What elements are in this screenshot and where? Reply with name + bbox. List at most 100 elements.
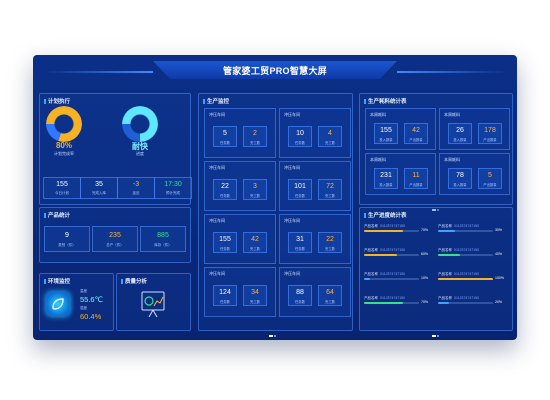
product-name: 产品名称 bbox=[438, 224, 452, 228]
progress-row: 产品名称 0112374747150 10% bbox=[364, 272, 434, 284]
production-panel-title: 生产监控 bbox=[203, 97, 229, 105]
done-count-box: 34 完工数 bbox=[243, 285, 267, 306]
material-period: 本周耗料 bbox=[444, 157, 460, 162]
production-cell[interactable]: 冲压车间 101 任务数 72 完工数 bbox=[279, 161, 351, 211]
output-count-label: 产出数量 bbox=[483, 138, 497, 142]
input-count: 231 bbox=[380, 172, 392, 179]
humidity-label: 湿度 bbox=[80, 306, 87, 310]
progress-row: 产品名称 0112374747150 20% bbox=[438, 296, 508, 308]
task-count-box: 5 任务数 bbox=[213, 126, 237, 147]
product-stat-value: 235 bbox=[109, 232, 121, 239]
progress-fill bbox=[438, 302, 449, 304]
task-count-box: 10 任务数 bbox=[288, 126, 312, 147]
plan-completion-label: 计划完成率 bbox=[54, 151, 74, 156]
progress-row: 产品名称 0112374747150 30% bbox=[438, 224, 508, 236]
product-code: 0112374747150 bbox=[454, 248, 480, 252]
task-count-box: 101 任务数 bbox=[288, 179, 312, 200]
plan-completion-gauge bbox=[46, 106, 82, 142]
progress-percent: 40% bbox=[495, 252, 503, 256]
done-count-label: 完工数 bbox=[250, 300, 260, 304]
dashboard-header: 管家婆工贸PRO智慧大屏 bbox=[33, 55, 517, 87]
task-count-box: 155 任务数 bbox=[213, 232, 237, 253]
plan-stat-value: 35 bbox=[95, 181, 103, 188]
header-left-decoration bbox=[43, 71, 153, 73]
task-count-label: 任务数 bbox=[220, 300, 230, 304]
product-name: 产品名称 bbox=[364, 296, 378, 300]
task-count: 5 bbox=[223, 130, 227, 137]
production-cell[interactable]: 冲压车间 31 任务数 22 完工数 bbox=[279, 214, 351, 264]
quality-chart-icon bbox=[139, 289, 169, 321]
material-cell[interactable]: 本周耗料 155 投入数量 42 产出数量 bbox=[365, 108, 436, 150]
production-cell[interactable]: 冲压车间 155 任务数 42 完工数 bbox=[204, 214, 276, 264]
production-cell[interactable]: 冲压车间 88 任务数 64 完工数 bbox=[279, 267, 351, 317]
task-count-label: 任务数 bbox=[295, 194, 305, 198]
production-cell[interactable]: 冲压车间 5 任务数 2 完工数 bbox=[204, 108, 276, 158]
task-count-box: 31 任务数 bbox=[288, 232, 312, 253]
product-stat-box: 235 总产（件） bbox=[92, 226, 138, 252]
temperature-label: 温度 bbox=[80, 289, 87, 293]
progress-fill bbox=[364, 278, 370, 280]
quality-panel: 质量分析 bbox=[116, 273, 191, 331]
done-count: 64 bbox=[326, 289, 334, 296]
progress-row: 产品名称 0112374747150 70% bbox=[364, 224, 434, 236]
leaf-icon bbox=[46, 292, 70, 316]
product-name: 产品名称 bbox=[364, 224, 378, 228]
progress-track bbox=[364, 302, 419, 304]
output-count-box: 178 产出数量 bbox=[478, 123, 502, 144]
material-cell[interactable]: 本周耗料 26 投入数量 178 产出数量 bbox=[439, 108, 510, 150]
done-count-label: 完工数 bbox=[250, 247, 260, 251]
material-cell[interactable]: 本周耗料 231 投入数量 11 产出数量 bbox=[365, 153, 436, 195]
production-cell[interactable]: 冲压车间 10 任务数 4 完工数 bbox=[279, 108, 351, 158]
progress-fill bbox=[364, 254, 397, 256]
input-count-box: 78 投入数量 bbox=[448, 168, 472, 189]
pager-dots[interactable] bbox=[432, 198, 442, 211]
task-count-label: 任务数 bbox=[295, 247, 305, 251]
material-cell[interactable]: 本周耗料 78 投入数量 5 产出数量 bbox=[439, 153, 510, 195]
production-cell[interactable]: 冲压车间 124 任务数 34 完工数 bbox=[204, 267, 276, 317]
task-count-box: 88 任务数 bbox=[288, 285, 312, 306]
done-count-label: 完工数 bbox=[250, 141, 260, 145]
quality-panel-title: 质量分析 bbox=[121, 277, 147, 285]
task-count: 22 bbox=[221, 183, 229, 190]
material-period: 本周耗料 bbox=[444, 112, 460, 117]
input-count: 155 bbox=[380, 127, 392, 134]
input-count-box: 231 投入数量 bbox=[374, 168, 398, 189]
progress-fill bbox=[438, 230, 455, 232]
plan-panel: 计划执行 80% 计划完成率 耐快 进度 155 今日计划 35 完成入库 -3… bbox=[39, 93, 192, 205]
workshop-name: 冲压车间 bbox=[284, 271, 300, 276]
output-count-label: 产出数量 bbox=[483, 183, 497, 187]
production-cell[interactable]: 冲压车间 22 任务数 3 完工数 bbox=[204, 161, 276, 211]
workshop-name: 冲压车间 bbox=[209, 218, 225, 223]
progress-row: 产品名称 0112374747150 100% bbox=[438, 272, 508, 284]
done-count-label: 完工数 bbox=[325, 300, 335, 304]
progress-percent: 60% bbox=[421, 252, 429, 256]
input-count-label: 投入数量 bbox=[379, 138, 393, 142]
product-code: 0112374747150 bbox=[454, 272, 480, 276]
progress-track bbox=[438, 230, 493, 232]
progress-fill bbox=[364, 302, 403, 304]
done-count: 22 bbox=[326, 236, 334, 243]
progress-percent: 100% bbox=[495, 276, 504, 280]
output-count-box: 5 产出数量 bbox=[478, 168, 502, 189]
done-count: 72 bbox=[326, 183, 334, 190]
done-count-box: 3 完工数 bbox=[243, 179, 267, 200]
plan-stat-label: 预计完成 bbox=[166, 191, 180, 195]
progress-speed-gauge bbox=[122, 106, 158, 142]
plan-stat-value: 17:30 bbox=[164, 181, 182, 188]
progress-track bbox=[438, 302, 493, 304]
material-period: 本周耗料 bbox=[370, 112, 386, 117]
task-count-label: 任务数 bbox=[295, 141, 305, 145]
progress-panel: 生产进度统计表 产品名称 0112374747150 70% 产品名称 01123… bbox=[359, 207, 513, 337]
pager-dots[interactable] bbox=[269, 324, 279, 337]
task-count: 88 bbox=[296, 289, 304, 296]
progress-percent: 70% bbox=[421, 300, 429, 304]
product-stat-value: 885 bbox=[157, 232, 169, 239]
product-name: 产品名称 bbox=[438, 248, 452, 252]
pager-dots[interactable] bbox=[432, 324, 442, 337]
task-count-box: 124 任务数 bbox=[213, 285, 237, 306]
task-count: 31 bbox=[296, 236, 304, 243]
done-count: 2 bbox=[253, 130, 257, 137]
product-name: 产品名称 bbox=[364, 272, 378, 276]
done-count-label: 完工数 bbox=[250, 194, 260, 198]
progress-percent: 30% bbox=[495, 228, 503, 232]
